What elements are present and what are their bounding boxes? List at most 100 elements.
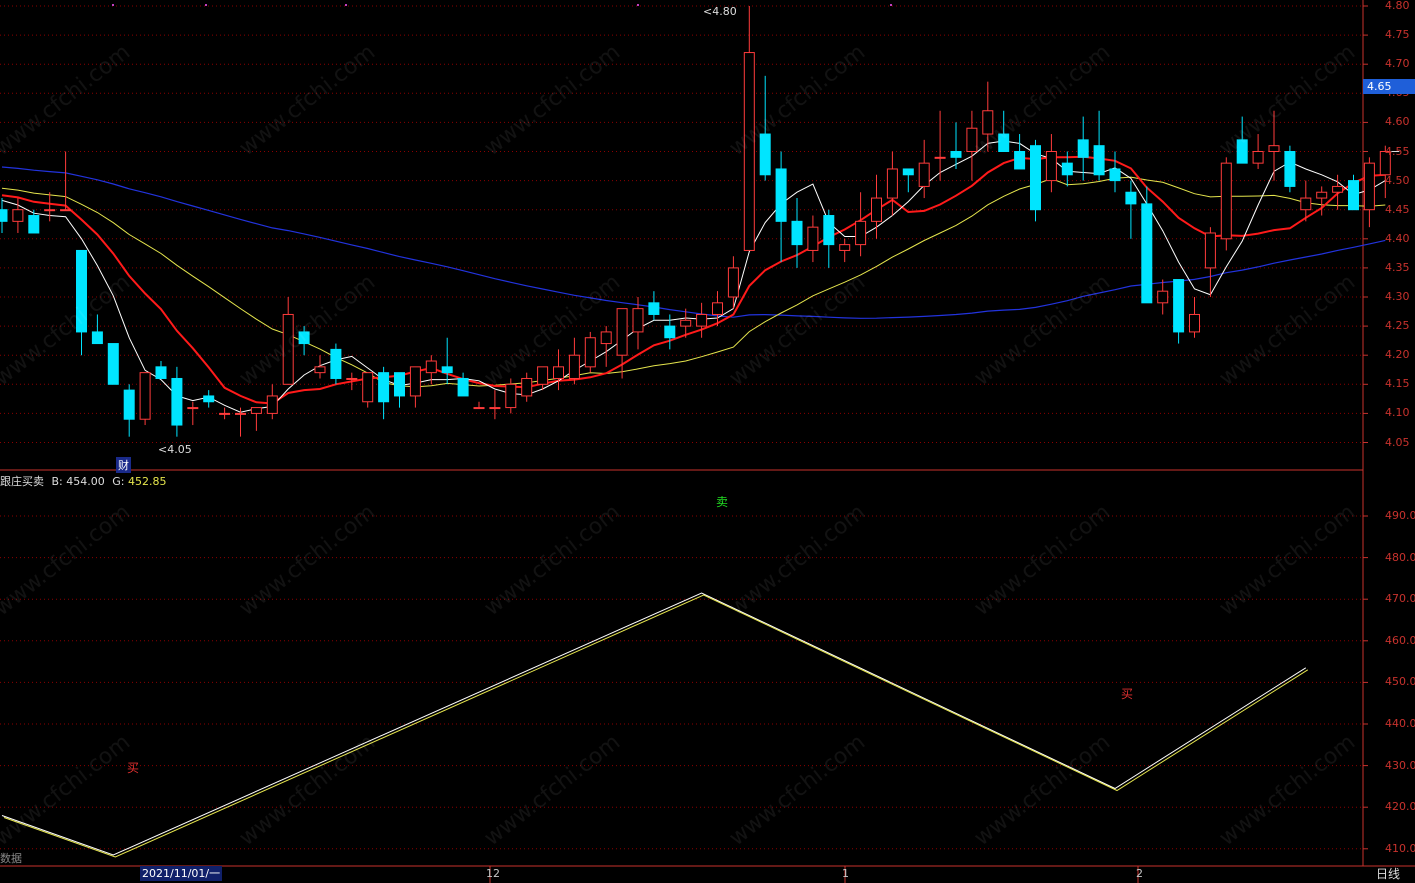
candle-body <box>568 354 580 379</box>
candle-body <box>966 127 978 153</box>
indicator-header: 跟庄买卖 B: 454.00 G: 452.85 <box>0 473 167 489</box>
candle-body <box>378 372 390 403</box>
candle-body <box>902 168 914 176</box>
candle-body <box>1332 185 1344 193</box>
candle-body <box>1236 139 1248 164</box>
candle-body <box>1204 232 1216 269</box>
candle-body <box>998 133 1010 152</box>
candle-body <box>1268 145 1280 152</box>
candle-body <box>616 308 628 356</box>
candle-body <box>1189 313 1200 333</box>
indicator-axis-label: 450.0 <box>1385 675 1415 689</box>
candle-body <box>457 377 469 397</box>
data-tab[interactable]: 数据 <box>0 850 22 866</box>
indicator-axis-label: 440.0 <box>1385 717 1415 730</box>
candle-body <box>553 366 564 379</box>
candle-body <box>712 302 723 315</box>
candle-body <box>584 337 596 368</box>
indicator-g-line <box>3 594 1309 858</box>
indicator-axis-label: 490.0 <box>1385 509 1415 522</box>
signal-dot <box>205 4 207 6</box>
candle-body <box>537 366 549 385</box>
price-axis-label: 4.30 <box>1385 290 1410 303</box>
candle-body <box>139 372 151 420</box>
candle-body <box>1125 191 1137 205</box>
candle-body <box>918 162 930 187</box>
candle-body <box>1316 191 1328 199</box>
candle-body <box>123 389 135 420</box>
candle-body <box>982 110 994 135</box>
candle-body <box>266 395 278 414</box>
candle-body <box>1077 139 1089 158</box>
candle-body <box>489 407 501 410</box>
candle-body <box>1014 151 1026 170</box>
candle-body <box>314 366 326 374</box>
candle-body <box>871 197 882 222</box>
signal-dot <box>637 4 639 6</box>
month-label-dec: 12 <box>486 867 500 880</box>
candle-body <box>473 407 485 410</box>
candle-body <box>680 319 692 327</box>
indicator-b-line <box>1 592 1307 856</box>
price-axis-label: 4.10 <box>1385 406 1410 420</box>
price-axis-label: 4.15 <box>1385 377 1410 391</box>
candle-body <box>696 313 708 327</box>
candle-body <box>203 395 215 403</box>
price-axis-label: 4.05 <box>1385 435 1410 449</box>
price-axis-label: 4.40 <box>1385 231 1410 245</box>
current-price-badge: 4.65 <box>1363 79 1415 94</box>
candle-body <box>76 249 87 333</box>
stock-chart[interactable] <box>0 0 1415 883</box>
candle-body <box>235 412 246 415</box>
price-axis-label: 4.45 <box>1385 202 1410 216</box>
candle-body <box>155 366 167 379</box>
candle-body <box>330 348 342 379</box>
candle-body <box>250 407 262 414</box>
candle-body <box>1093 145 1105 176</box>
price-axis-label: 4.35 <box>1385 260 1410 274</box>
indicator-g-value: 452.85 <box>128 475 167 488</box>
candle-body <box>1109 168 1121 182</box>
candle-body <box>1045 151 1057 182</box>
candle-body <box>664 325 676 339</box>
indicator-axis-label: 410.0 <box>1385 841 1415 855</box>
sell-signal: 卖 <box>716 495 729 509</box>
candle-body <box>759 133 771 176</box>
candle-body <box>171 377 183 426</box>
candle-body <box>505 383 517 409</box>
price-axis-label: 4.20 <box>1385 348 1410 362</box>
candle-body <box>425 360 437 374</box>
low-price-marker: <4.05 <box>158 443 192 456</box>
candle-body <box>791 220 803 246</box>
indicator-b-label: B: <box>51 475 63 488</box>
indicator-axis-label: 460.0 <box>1385 633 1415 647</box>
candle-body <box>1348 180 1359 211</box>
indicator-axis-label: 420.0 <box>1385 800 1415 814</box>
ma5-line <box>1 140 1386 413</box>
candle-body <box>187 407 199 410</box>
period-selector[interactable]: 日线 <box>1366 866 1415 883</box>
candle-body <box>521 377 533 397</box>
candle-body <box>0 209 8 222</box>
candle-body <box>1252 151 1264 164</box>
candle-body <box>1363 162 1375 211</box>
candle-body <box>1141 203 1153 304</box>
candle-body <box>60 209 72 212</box>
candle-body <box>807 226 819 251</box>
candle-body <box>107 343 119 385</box>
candle-body <box>1173 279 1185 333</box>
candle-body <box>600 331 612 345</box>
financial-report-marker[interactable]: 财 <box>116 457 131 473</box>
candle-body <box>441 366 453 374</box>
indicator-axis-label: 470.0 <box>1385 592 1415 606</box>
candle-body <box>282 313 294 385</box>
candle-body <box>886 168 898 199</box>
candle-body <box>1220 162 1232 240</box>
candle-body <box>28 215 40 234</box>
candle-body <box>12 209 24 222</box>
indicator-axis-label: 480.0 <box>1385 550 1415 564</box>
signal-dot <box>112 4 114 6</box>
price-axis-label: 4.75 <box>1385 28 1410 42</box>
candle-body <box>1157 290 1169 304</box>
candle-body <box>823 215 835 246</box>
